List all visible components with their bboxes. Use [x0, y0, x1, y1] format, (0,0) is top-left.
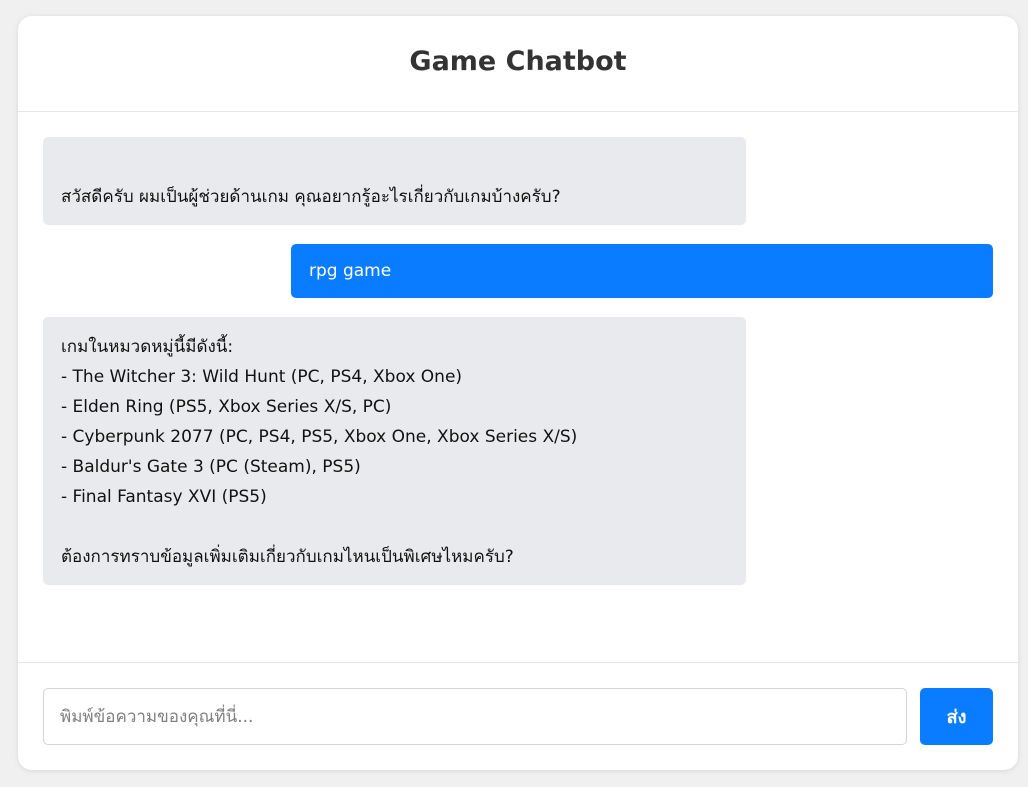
- message-input[interactable]: [43, 688, 907, 745]
- user-message: rpg game: [291, 244, 993, 298]
- bot-message: สวัสดีครับ ผมเป็นผู้ช่วยด้านเกม คุณอยากร…: [43, 137, 746, 225]
- bot-message: เกมในหมวดหมู่นี้มีดังนี้: - The Witcher …: [43, 317, 746, 585]
- send-button[interactable]: ส่ง: [920, 688, 993, 745]
- chat-header: Game Chatbot: [18, 16, 1018, 112]
- chat-window: Game Chatbot สวัสดีครับ ผมเป็นผู้ช่วยด้า…: [18, 16, 1018, 770]
- composer-bar: ส่ง: [18, 662, 1018, 770]
- page-title: Game Chatbot: [409, 46, 627, 77]
- message-list: สวัสดีครับ ผมเป็นผู้ช่วยด้านเกม คุณอยากร…: [18, 112, 1018, 662]
